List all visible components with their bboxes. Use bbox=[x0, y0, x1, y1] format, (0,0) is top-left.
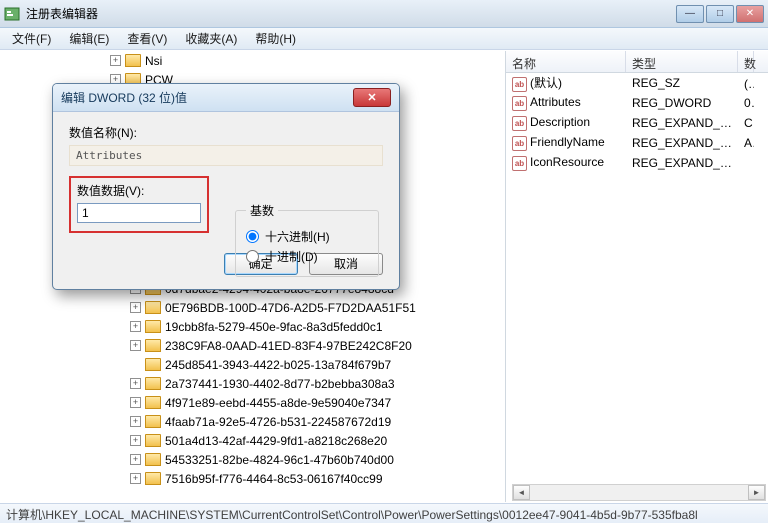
tree-item[interactable]: +4faab71a-92e5-4726-b531-224587672d19 bbox=[0, 412, 505, 431]
dialog-title: 编辑 DWORD (32 位)值 bbox=[61, 89, 353, 106]
base-group: 基数 十六进制(H) 十进制(D) bbox=[235, 202, 379, 277]
window-title: 注册表编辑器 bbox=[26, 5, 676, 22]
folder-icon bbox=[145, 472, 161, 485]
folder-icon bbox=[145, 320, 161, 333]
scroll-left-icon[interactable]: ◄ bbox=[513, 485, 530, 500]
expand-icon[interactable]: + bbox=[130, 302, 141, 313]
list-row[interactable]: abAttributesREG_DWORD0 bbox=[506, 93, 768, 113]
value-data-input[interactable] bbox=[77, 203, 201, 223]
folder-icon bbox=[145, 415, 161, 428]
value-list[interactable]: 名称 类型 数 ab(默认)REG_SZ(数 abAttributesREG_D… bbox=[506, 51, 768, 502]
menu-file[interactable]: 文件(F) bbox=[4, 28, 59, 49]
folder-icon bbox=[145, 396, 161, 409]
tree-item[interactable]: +Nsi bbox=[0, 51, 505, 70]
list-header: 名称 类型 数 bbox=[506, 51, 768, 73]
menu-help[interactable]: 帮助(H) bbox=[247, 28, 304, 49]
col-name[interactable]: 名称 bbox=[506, 51, 626, 72]
window-close-button[interactable]: ✕ bbox=[736, 5, 764, 23]
menu-view[interactable]: 查看(V) bbox=[119, 28, 175, 49]
menu-edit[interactable]: 编辑(E) bbox=[61, 28, 117, 49]
tree-item[interactable]: +4f971e89-eebd-4455-a8de-9e59040e7347 bbox=[0, 393, 505, 412]
expand-icon[interactable]: + bbox=[130, 378, 141, 389]
string-value-icon: ab bbox=[512, 156, 527, 171]
expand-icon[interactable]: + bbox=[110, 55, 121, 66]
horizontal-scrollbar[interactable]: ◄ ► bbox=[512, 484, 766, 501]
tree-item[interactable]: +0E796BDB-100D-47D6-A2D5-F7D2DAA51F51 bbox=[0, 298, 505, 317]
folder-icon bbox=[145, 453, 161, 466]
radio-dec-input[interactable] bbox=[246, 250, 259, 263]
tree-item[interactable]: +54533251-82be-4824-96c1-47b60b740d00 bbox=[0, 450, 505, 469]
dialog-titlebar[interactable]: 编辑 DWORD (32 位)值 ✕ bbox=[53, 84, 399, 112]
folder-icon bbox=[145, 377, 161, 390]
dialog-close-button[interactable]: ✕ bbox=[353, 88, 391, 107]
edit-dword-dialog: 编辑 DWORD (32 位)值 ✕ 数值名称(N): Attributes 数… bbox=[52, 83, 400, 290]
tree-item[interactable]: 245d8541-3943-4422-b025-13a784f679b7 bbox=[0, 355, 505, 374]
app-icon bbox=[4, 6, 20, 22]
expand-icon[interactable]: + bbox=[130, 340, 141, 351]
scroll-track[interactable] bbox=[530, 485, 748, 500]
string-value-icon: ab bbox=[512, 116, 527, 131]
minimize-button[interactable]: — bbox=[676, 5, 704, 23]
tree-item[interactable]: +19cbb8fa-5279-450e-9fac-8a3d5fedd0c1 bbox=[0, 317, 505, 336]
window-titlebar: 注册表编辑器 — □ ✕ bbox=[0, 0, 768, 28]
expand-icon[interactable]: + bbox=[130, 473, 141, 484]
folder-icon bbox=[145, 301, 161, 314]
folder-icon bbox=[145, 434, 161, 447]
base-legend: 基数 bbox=[246, 202, 278, 219]
tree-item[interactable]: +238C9FA8-0AAD-41ED-83F4-97BE242C8F20 bbox=[0, 336, 505, 355]
expand-icon[interactable]: + bbox=[130, 435, 141, 446]
list-row[interactable]: ab(默认)REG_SZ(数 bbox=[506, 73, 768, 93]
status-bar: 计算机\HKEY_LOCAL_MACHINE\SYSTEM\CurrentCon… bbox=[0, 503, 768, 523]
folder-icon bbox=[145, 358, 161, 371]
expand-icon[interactable]: + bbox=[130, 397, 141, 408]
expand-icon[interactable]: + bbox=[130, 416, 141, 427]
list-row[interactable]: abFriendlyNameREG_EXPAND_SZA bbox=[506, 133, 768, 153]
expand-icon[interactable]: + bbox=[130, 321, 141, 332]
expand-icon[interactable]: + bbox=[130, 454, 141, 465]
string-value-icon: ab bbox=[512, 77, 527, 92]
folder-icon bbox=[145, 339, 161, 352]
name-label: 数值名称(N): bbox=[69, 124, 383, 141]
maximize-button[interactable]: □ bbox=[706, 5, 734, 23]
radio-dec[interactable]: 十进制(D) bbox=[246, 248, 368, 265]
tree-item[interactable]: +501a4d13-42af-4429-9fd1-a8218c268e20 bbox=[0, 431, 505, 450]
tree-item[interactable]: +2a737441-1930-4402-8d77-b2bebba308a3 bbox=[0, 374, 505, 393]
tree-item[interactable]: +7516b95f-f776-4464-8c53-06167f40cc99 bbox=[0, 469, 505, 488]
list-row[interactable]: abIconResourceREG_EXPAND_SZ bbox=[506, 153, 768, 173]
string-value-icon: ab bbox=[512, 136, 527, 151]
radio-hex-input[interactable] bbox=[246, 230, 259, 243]
menu-bar: 文件(F) 编辑(E) 查看(V) 收藏夹(A) 帮助(H) bbox=[0, 28, 768, 50]
value-name-field: Attributes bbox=[69, 145, 383, 166]
folder-icon bbox=[125, 54, 141, 67]
string-value-icon: ab bbox=[512, 96, 527, 111]
radio-hex[interactable]: 十六进制(H) bbox=[246, 228, 368, 245]
scroll-right-icon[interactable]: ► bbox=[748, 485, 765, 500]
col-data[interactable]: 数 bbox=[738, 51, 754, 72]
list-row[interactable]: abDescriptionREG_EXPAND_SZC bbox=[506, 113, 768, 133]
data-label: 数值数据(V): bbox=[77, 182, 201, 199]
menu-favorites[interactable]: 收藏夹(A) bbox=[177, 28, 245, 49]
col-type[interactable]: 类型 bbox=[626, 51, 738, 72]
